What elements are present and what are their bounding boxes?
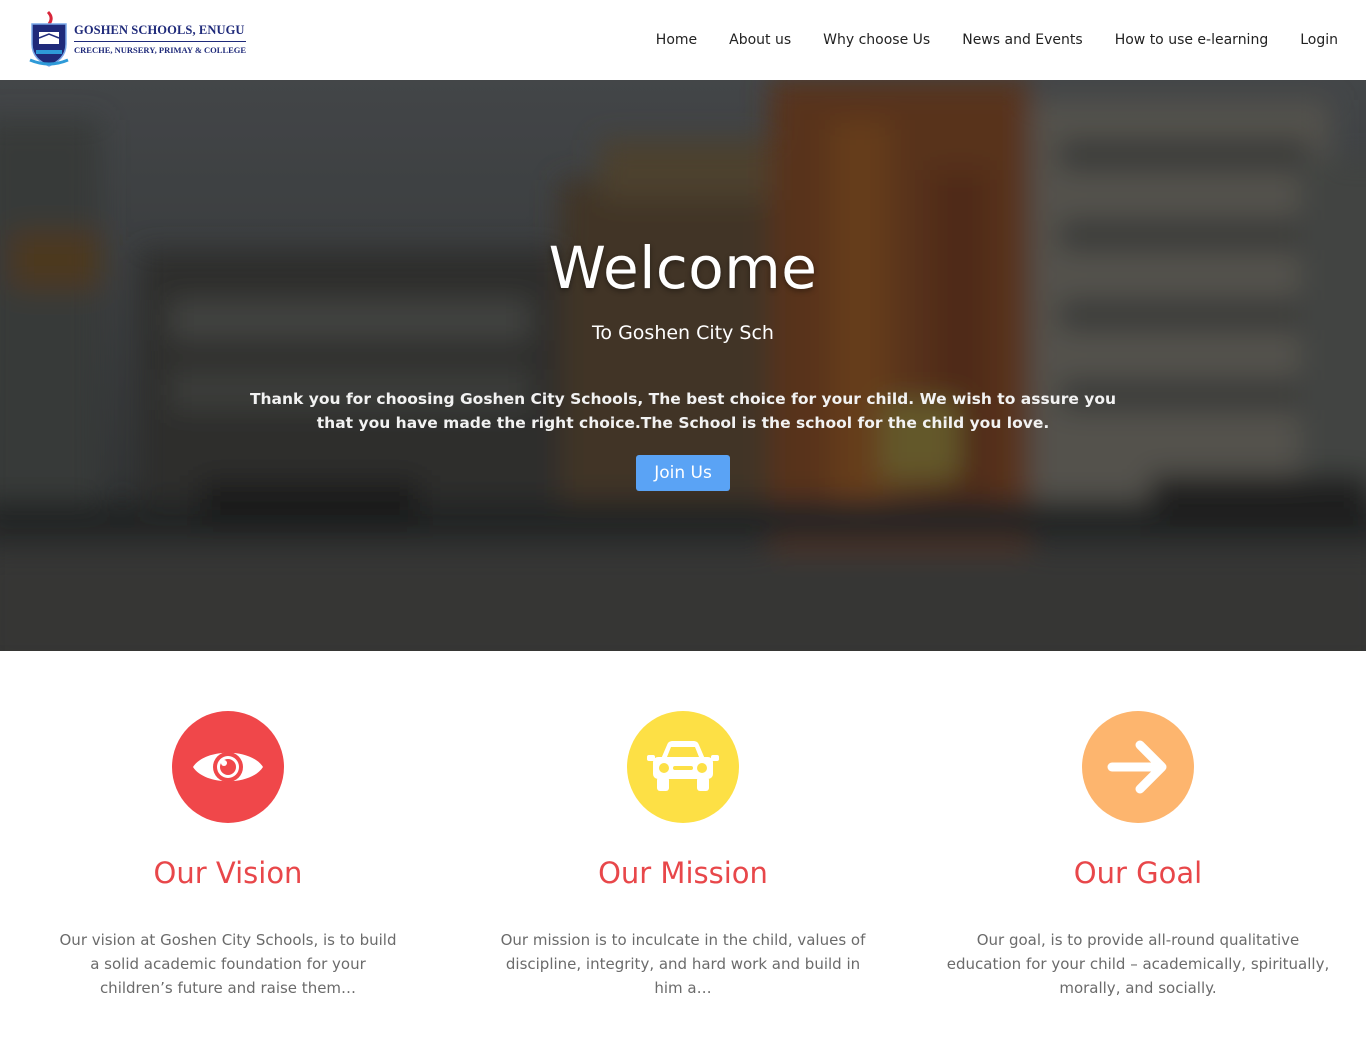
feature-vision: Our Vision Our vision at Goshen City Sch…	[28, 711, 428, 1000]
nav-about-us[interactable]: About us	[729, 32, 791, 48]
feature-title-goal: Our Goal	[1073, 856, 1203, 890]
join-us-button[interactable]: Join Us	[636, 455, 730, 491]
car-icon	[647, 741, 719, 791]
school-logo[interactable]: GOSHEN SCHOOLS, ENUGU CRECHE, NURSERY, P…	[28, 10, 247, 68]
nav-e-learning[interactable]: How to use e-learning	[1115, 32, 1269, 48]
hero-subtitle: To Goshen City Sch	[592, 322, 774, 344]
arrow-right-icon	[1107, 740, 1167, 794]
school-crest-icon	[29, 10, 69, 67]
eye-icon	[193, 752, 263, 782]
hero-description: Thank you for choosing Goshen City Schoo…	[249, 390, 1117, 432]
feature-mission: Our Mission Our mission is to inculcate …	[483, 711, 883, 1000]
hero-content: Welcome To Goshen City Sch Thank you for…	[0, 80, 1366, 651]
goal-icon-circle	[1082, 711, 1194, 823]
nav-home[interactable]: Home	[656, 32, 697, 48]
hero-title: Welcome	[548, 234, 818, 302]
feature-title-vision: Our Vision	[153, 856, 303, 890]
nav-why-choose-us[interactable]: Why choose Us	[823, 32, 930, 48]
site-header: GOSHEN SCHOOLS, ENUGU CRECHE, NURSERY, P…	[0, 0, 1366, 80]
feature-text-goal: Our goal, is to provide all-round qualit…	[946, 931, 1330, 997]
mission-icon-circle	[627, 711, 739, 823]
brand-tagline: CRECHE, NURSERY, PRIMAY & COLLEGE	[74, 45, 247, 55]
nav-login[interactable]: Login	[1300, 32, 1338, 48]
main-nav: Home About us Why choose Us News and Eve…	[624, 0, 1338, 80]
vision-icon-circle	[172, 711, 284, 823]
feature-text-mission: Our mission is to inculcate in the child…	[500, 931, 866, 997]
nav-news-and-events[interactable]: News and Events	[962, 32, 1082, 48]
brand-name: GOSHEN SCHOOLS, ENUGU	[74, 23, 247, 42]
feature-goal: Our Goal Our goal, is to provide all-rou…	[938, 711, 1338, 1000]
hero-section: Welcome To Goshen City Sch Thank you for…	[0, 80, 1366, 651]
feature-title-mission: Our Mission	[598, 856, 768, 890]
feature-text-vision: Our vision at Goshen City Schools, is to…	[59, 931, 397, 997]
